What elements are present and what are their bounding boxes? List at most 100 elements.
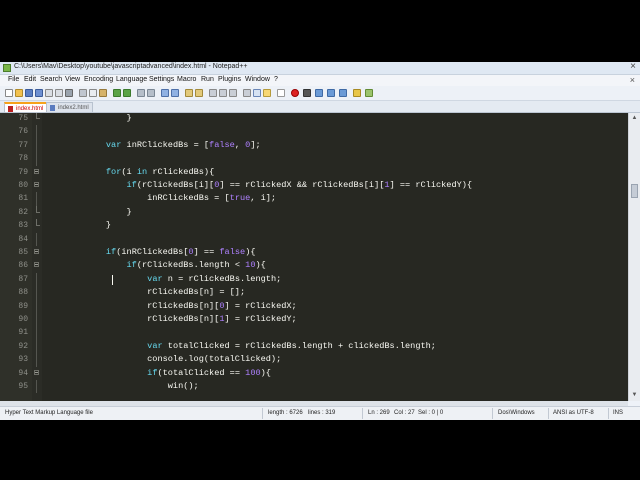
code-line[interactable]: 83 } bbox=[0, 219, 628, 232]
close-file-icon[interactable] bbox=[45, 89, 53, 97]
close-document-icon[interactable]: × bbox=[630, 75, 635, 85]
code-line[interactable]: 82 } bbox=[0, 205, 628, 219]
window-close-icon[interactable]: × bbox=[630, 62, 636, 72]
code-line[interactable]: 79 for(i in rClickedBs){ bbox=[0, 166, 628, 179]
paste-icon[interactable] bbox=[99, 89, 107, 97]
spell-check-icon[interactable] bbox=[353, 89, 361, 97]
fold-guide bbox=[36, 286, 37, 300]
line-number: 77 bbox=[18, 140, 28, 150]
save-macro-icon[interactable] bbox=[339, 89, 347, 97]
code-line[interactable]: 90 rClickedBs[n][1] = rClickedY; bbox=[0, 313, 628, 327]
notepadpp-icon bbox=[3, 64, 11, 72]
zoom-in-icon[interactable] bbox=[161, 89, 169, 97]
fold-toggle-icon[interactable] bbox=[34, 262, 39, 268]
status-divider bbox=[492, 408, 493, 419]
new-file-icon[interactable] bbox=[5, 89, 13, 97]
fold-guide bbox=[36, 339, 37, 354]
code-line[interactable]: 81 inRClickedBs = [true, i]; bbox=[0, 192, 628, 206]
code-line[interactable]: 85 if(inRClickedBs[0] == false){ bbox=[0, 246, 628, 259]
menu-file[interactable]: File bbox=[8, 76, 19, 83]
cut-icon[interactable] bbox=[79, 89, 87, 97]
open-file-icon[interactable] bbox=[15, 89, 23, 97]
menu-window[interactable]: Window bbox=[245, 76, 270, 83]
doc-map-icon[interactable] bbox=[253, 89, 261, 97]
play-macro-icon[interactable] bbox=[315, 89, 323, 97]
code-line[interactable]: 94 if(totalClicked == 100){ bbox=[0, 367, 628, 380]
code-line[interactable]: 87 var n = rClickedBs.length; bbox=[0, 272, 628, 287]
redo-icon[interactable] bbox=[123, 89, 131, 97]
code-text: rClickedBs[n] = []; bbox=[44, 287, 246, 298]
status-mode: INS bbox=[613, 410, 624, 416]
menu-settings[interactable]: Settings bbox=[149, 76, 174, 83]
menu-edit[interactable]: Edit bbox=[24, 76, 36, 83]
line-number: 86 bbox=[18, 261, 28, 271]
code-editor[interactable]: 75 } 76 77 var inRClickedBs = [false, 0]; 7… bbox=[0, 113, 628, 401]
code-text: var n = rClickedBs.length; bbox=[147, 273, 282, 284]
code-line[interactable]: 84 bbox=[0, 232, 628, 246]
scroll-down-icon[interactable]: ▼ bbox=[631, 392, 638, 399]
code-line[interactable]: 92 var totalClicked = rClickedBs.length … bbox=[0, 339, 628, 354]
code-line[interactable]: 91 bbox=[0, 326, 628, 340]
close-all-icon[interactable] bbox=[55, 89, 63, 97]
macro-blank-icon[interactable] bbox=[277, 89, 285, 97]
code-line[interactable]: 89 rClickedBs[n][0] = rClickedX; bbox=[0, 299, 628, 313]
menu-run[interactable]: Run bbox=[201, 76, 214, 83]
tab-index2-html[interactable]: index2.html bbox=[46, 102, 93, 112]
menu-encoding[interactable]: Encoding bbox=[84, 76, 113, 83]
status-eol: Dos\Windows bbox=[498, 410, 535, 416]
code-text: } bbox=[44, 206, 132, 217]
vertical-scrollbar[interactable]: ▲ ▼ bbox=[628, 113, 640, 401]
record-macro-icon[interactable] bbox=[291, 89, 299, 97]
plugin-icon[interactable] bbox=[365, 89, 373, 97]
code-line[interactable]: 75 } bbox=[0, 113, 628, 125]
indent-guide-icon[interactable] bbox=[229, 89, 237, 97]
sync-scroll-v-icon[interactable] bbox=[185, 89, 193, 97]
menu-search[interactable]: Search bbox=[40, 76, 62, 83]
fold-toggle-icon[interactable] bbox=[34, 249, 39, 254]
tab-index-html[interactable]: index.html bbox=[4, 102, 48, 112]
save-all-icon[interactable] bbox=[35, 89, 43, 97]
code-line[interactable]: 78 bbox=[0, 152, 628, 166]
sync-scroll-h-icon[interactable] bbox=[195, 89, 203, 97]
code-line[interactable]: 76 bbox=[0, 125, 628, 139]
toolbar bbox=[0, 86, 640, 101]
scroll-thumb[interactable] bbox=[631, 184, 638, 198]
menu-bar: File Edit Search View Encoding Language … bbox=[0, 75, 640, 86]
menu-macro[interactable]: Macro bbox=[177, 76, 196, 83]
code-line[interactable]: 86 if(rClickedBs.length < 10){ bbox=[0, 259, 628, 272]
menu-language[interactable]: Language bbox=[116, 76, 147, 83]
menu-help[interactable]: ? bbox=[274, 76, 278, 83]
code-text: if(rClickedBs[i][0] == rClickedX && rCli… bbox=[126, 180, 473, 190]
text-cursor bbox=[111, 274, 113, 285]
fold-guide bbox=[36, 313, 37, 327]
save-icon[interactable] bbox=[25, 89, 33, 97]
replace-icon[interactable] bbox=[147, 89, 155, 97]
code-line[interactable]: 80 if(rClickedBs[i][0] == rClickedX && r… bbox=[0, 179, 628, 192]
fold-guide bbox=[36, 353, 37, 367]
stop-record-icon[interactable] bbox=[303, 89, 311, 97]
fold-toggle-icon[interactable] bbox=[34, 168, 39, 174]
fold-toggle-icon[interactable] bbox=[34, 182, 39, 187]
line-number: 95 bbox=[18, 382, 28, 391]
code-line[interactable]: 95 win(); bbox=[0, 380, 628, 394]
code-line[interactable]: 93 console.log(totalClicked); bbox=[0, 353, 628, 367]
code-line[interactable]: 77 var inRClickedBs = [false, 0]; bbox=[0, 138, 628, 153]
scroll-up-icon[interactable]: ▲ bbox=[631, 115, 638, 122]
function-list-icon[interactable] bbox=[263, 89, 271, 97]
find-icon[interactable] bbox=[137, 89, 145, 97]
line-number: 87 bbox=[18, 274, 28, 284]
word-wrap-icon[interactable] bbox=[209, 89, 217, 97]
zoom-out-icon[interactable] bbox=[171, 89, 179, 97]
print-icon[interactable] bbox=[65, 89, 73, 97]
menu-view[interactable]: View bbox=[65, 76, 80, 83]
show-all-chars-icon[interactable] bbox=[219, 89, 227, 97]
udl-icon[interactable] bbox=[243, 89, 251, 97]
copy-icon[interactable] bbox=[89, 89, 97, 97]
undo-icon[interactable] bbox=[113, 89, 121, 97]
fold-guide bbox=[36, 326, 37, 340]
code-text: var totalClicked = rClickedBs.length + c… bbox=[147, 340, 436, 351]
code-line[interactable]: 88 rClickedBs[n] = []; bbox=[0, 286, 628, 300]
fold-toggle-icon[interactable] bbox=[34, 369, 39, 375]
menu-plugins[interactable]: Plugins bbox=[218, 76, 241, 83]
play-multiple-icon[interactable] bbox=[327, 89, 335, 97]
